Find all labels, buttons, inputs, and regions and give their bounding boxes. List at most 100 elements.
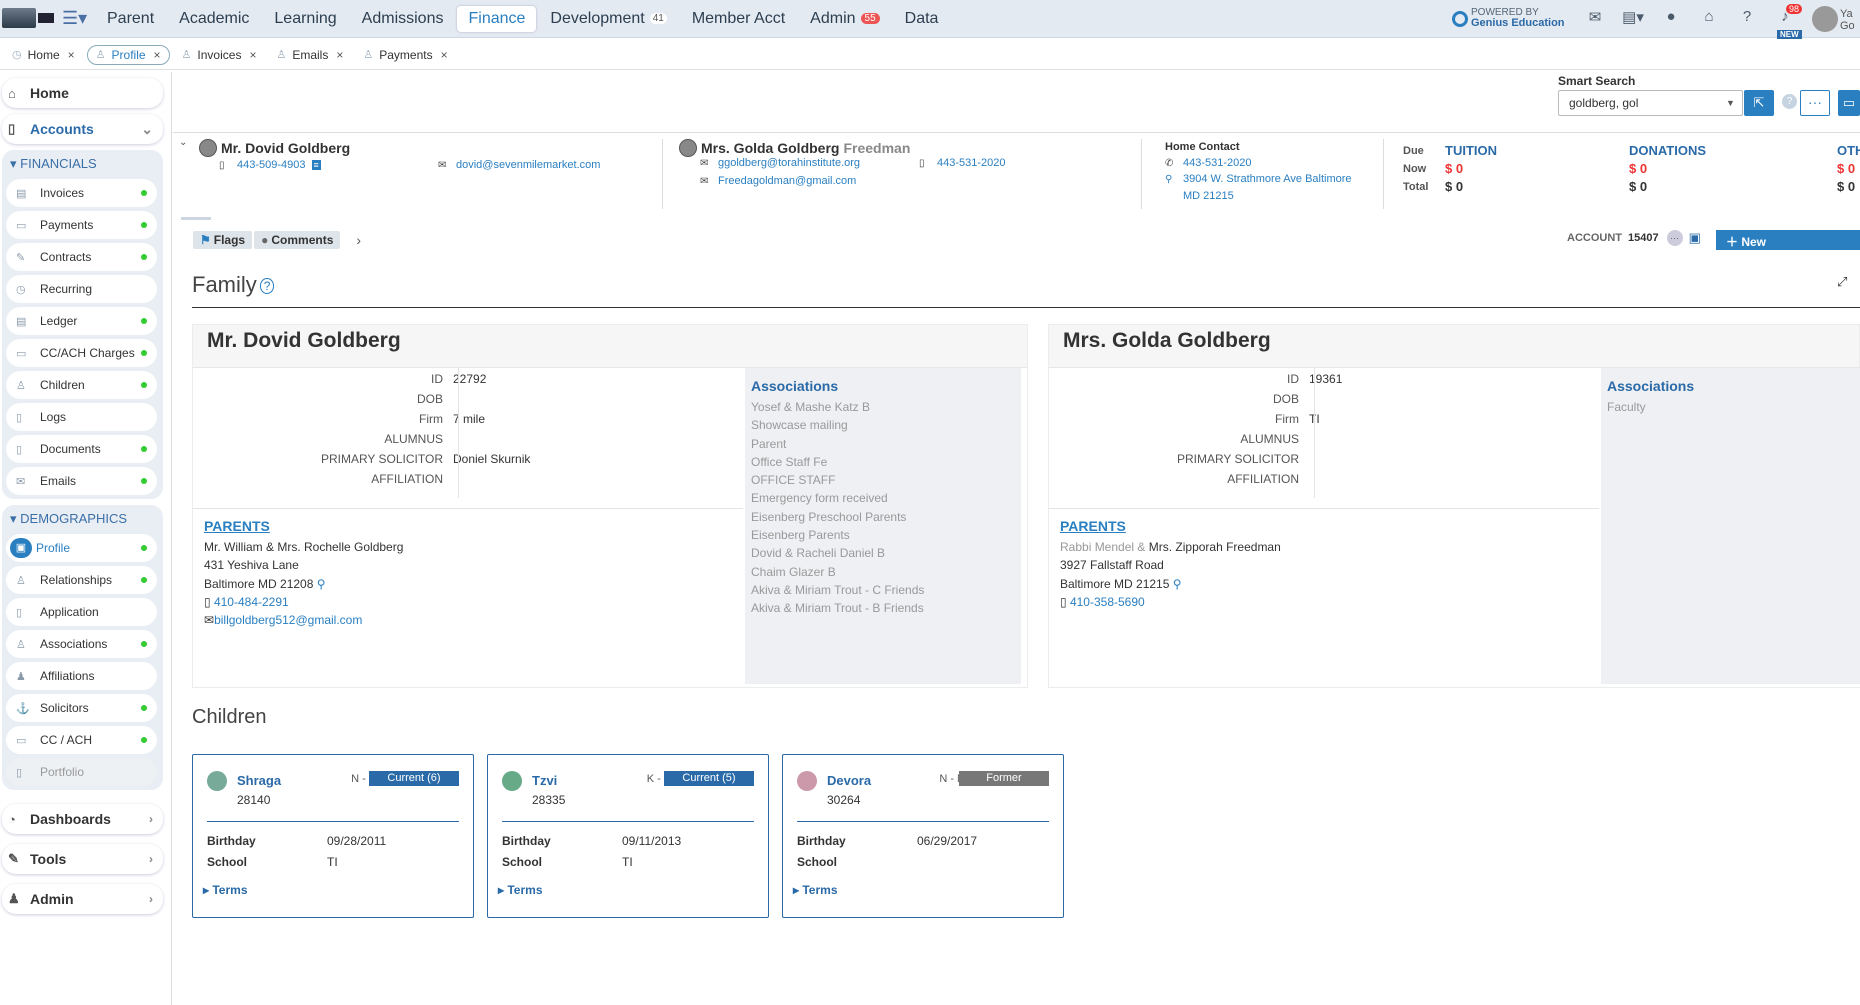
primary-phone[interactable]: ▯ 443-509-4903 ≡ — [219, 159, 321, 171]
school-logo[interactable] — [2, 4, 58, 34]
sidebar-item-recurring[interactable]: ◷ Recurring — [6, 275, 157, 303]
sidebar-item-affiliations[interactable]: ♟ Affiliations — [6, 662, 157, 690]
sidebar-admin[interactable]: ♟ Admin › — [2, 884, 163, 914]
terms-toggle[interactable]: ▸ Terms — [793, 883, 838, 897]
nav-learning[interactable]: Learning — [263, 6, 347, 32]
child-card[interactable]: Tzvi 28335 K - 6 Current (5) Birthday 09/11/2… — [487, 754, 769, 918]
nav-member-acct[interactable]: Member Acct — [681, 6, 796, 32]
user-name[interactable]: Ya Go — [1840, 8, 1855, 32]
association-item[interactable]: Office Staff Fe — [751, 453, 1015, 471]
mail-icon[interactable]: ✉ — [1576, 8, 1614, 26]
help-icon[interactable]: ? — [259, 278, 275, 294]
tab-invoices[interactable]: ♙ Invoices × — [174, 46, 265, 64]
documents-menu-icon[interactable]: ▤▾ — [1614, 8, 1652, 26]
member-name[interactable]: Mrs. Golda Goldberg — [1063, 329, 1271, 353]
sidebar-item-cc-ach[interactable]: ▭ CC / ACH — [6, 726, 157, 754]
child-name[interactable]: Tzvi — [532, 773, 557, 788]
user-avatar[interactable] — [1812, 6, 1838, 32]
sidebar-item-children[interactable]: ♙ Children — [6, 371, 157, 399]
resize-handle[interactable] — [181, 217, 211, 220]
close-icon[interactable]: × — [336, 48, 343, 62]
member-name[interactable]: Mr. Dovid Goldberg — [207, 329, 401, 353]
primary-contact-name[interactable]: Mr. Dovid Goldberg — [199, 139, 350, 157]
demographics-header[interactable]: ▾ DEMOGRAPHICS — [2, 505, 163, 530]
sidebar-item-profile[interactable]: ▣ Profile — [6, 534, 157, 562]
nav-finance[interactable]: Finance — [457, 5, 537, 32]
collapse-icon[interactable]: ⌄ — [179, 137, 187, 148]
child-card[interactable]: Devora 30264 N - N Former Birthday 06/29/2017… — [782, 754, 1064, 918]
other-header[interactable]: OTH — [1837, 143, 1860, 158]
association-item[interactable]: Eisenberg Parents — [751, 526, 1015, 544]
bell-icon[interactable]: ♪ 98 NEW — [1766, 4, 1804, 39]
sidebar-accounts[interactable]: ▯ Accounts ⌄ — [2, 114, 163, 144]
parents-phone[interactable]: ▯ 410-358-5690 — [1060, 593, 1281, 611]
home-address[interactable]: ⚲ 3904 W. Strathmore Ave Baltimore — [1165, 173, 1352, 185]
financials-header[interactable]: ▾ FINANCIALS — [2, 150, 163, 175]
chevron-down-icon[interactable]: ▼ — [1726, 98, 1735, 108]
spouse-email-2[interactable]: ✉ Freedagoldman@gmail.com — [700, 175, 856, 187]
association-item[interactable]: Eisenberg Preschool Parents — [751, 508, 1015, 526]
map-pin-icon[interactable]: ⚲ — [317, 577, 326, 591]
close-icon[interactable]: × — [68, 48, 75, 62]
expand-icon[interactable]: ⤢ — [1837, 274, 1847, 290]
tuition-header[interactable]: TUITION — [1445, 143, 1497, 158]
association-item[interactable]: Showcase mailing — [751, 416, 1015, 434]
open-external-icon[interactable]: ⇱ — [1744, 90, 1774, 116]
nav-admissions[interactable]: Admissions — [351, 6, 455, 32]
association-item[interactable]: OFFICE STAFF — [751, 471, 1015, 489]
nav-development[interactable]: Development 41 — [539, 6, 677, 32]
sidebar-item-associations[interactable]: ♙ Associations — [6, 630, 157, 658]
terms-toggle[interactable]: ▸ Terms — [203, 883, 248, 897]
sidebar-item-cc-ach-charges[interactable]: ▭ CC/ACH Charges — [6, 339, 157, 367]
map-pin-icon[interactable]: ⚲ — [1173, 577, 1182, 591]
sidebar-item-documents[interactable]: ▯ Documents — [6, 435, 157, 463]
association-item[interactable]: Akiva & Miriam Trout - B Friends — [751, 599, 1015, 617]
sidebar-dashboards[interactable]: ◔ Dashboards › — [2, 804, 163, 834]
spouse-phone[interactable]: ▯ 443-531-2020 — [919, 157, 1006, 169]
comments-button[interactable]: ● Comments — [254, 231, 341, 249]
nav-parent[interactable]: Parent — [96, 6, 165, 32]
tab-home[interactable]: ◷ Home × — [4, 46, 83, 64]
parents-phone[interactable]: ▯ 410-484-2291 — [204, 593, 403, 611]
terms-toggle[interactable]: ▸ Terms — [498, 883, 543, 897]
sidebar-item-contracts[interactable]: ✎ Contracts — [6, 243, 157, 271]
association-item[interactable]: Dovid & Racheli Daniel B — [751, 544, 1015, 562]
association-item[interactable]: Akiva & Miriam Trout - C Friends — [751, 581, 1015, 599]
more-icon[interactable]: ··· — [1666, 230, 1683, 246]
primary-email[interactable]: ✉ dovid@sevenmilemarket.com — [438, 159, 600, 171]
sidebar-item-solicitors[interactable]: ⚓ Solicitors — [6, 694, 157, 722]
chevron-right-icon[interactable]: › — [356, 232, 361, 248]
id-card-icon[interactable]: ▭ — [1838, 90, 1860, 116]
sidebar-item-application[interactable]: ▯ Application — [6, 598, 157, 626]
sidebar-tools[interactable]: ✎ Tools › — [2, 844, 163, 874]
sidebar-item-relationships[interactable]: ♙ Relationships — [6, 566, 157, 594]
sidebar-item-portfolio[interactable]: ▯ Portfolio — [6, 758, 157, 786]
tab-profile[interactable]: ♙ Profile × — [86, 44, 170, 65]
parents-link[interactable]: PARENTS — [204, 518, 403, 534]
association-item[interactable]: Chaim Glazer B — [751, 563, 1015, 581]
help-icon[interactable]: ? — [1782, 94, 1797, 109]
close-icon[interactable]: × — [249, 48, 256, 62]
parents-link[interactable]: PARENTS — [1060, 518, 1281, 534]
chat-icon[interactable]: ● — [1652, 8, 1690, 26]
spouse-contact-name[interactable]: Mrs. Golda Goldberg Freedman — [679, 139, 910, 157]
child-name[interactable]: Shraga — [237, 773, 281, 788]
more-options-button[interactable]: ··· — [1800, 90, 1830, 116]
sidebar-item-ledger[interactable]: ▤ Ledger — [6, 307, 157, 335]
nav-academic[interactable]: Academic — [168, 6, 260, 32]
tab-payments[interactable]: ♙ Payments × — [355, 46, 455, 64]
association-item[interactable]: Emergency form received — [751, 489, 1015, 507]
association-item[interactable]: Parent — [751, 435, 1015, 453]
sidebar-item-invoices[interactable]: ▤ Invoices — [6, 179, 157, 207]
smart-search-input[interactable]: goldberg, gol — [1558, 90, 1743, 116]
close-icon[interactable]: × — [441, 48, 448, 62]
nav-data[interactable]: Data — [894, 6, 950, 32]
sidebar-item-emails[interactable]: ✉ Emails — [6, 467, 157, 495]
menu-icon[interactable]: ☰▾ — [62, 8, 96, 29]
child-card[interactable]: Shraga 28140 N - 7 Current (6) Birthday 09/28… — [192, 754, 474, 918]
bank-icon[interactable]: ⌂ — [1690, 8, 1728, 26]
sms-icon[interactable]: ≡ — [311, 160, 321, 170]
home-phone[interactable]: ✆ 443-531-2020 — [1165, 157, 1252, 169]
help-icon[interactable]: ? — [1728, 8, 1766, 26]
close-icon[interactable]: × — [154, 48, 161, 62]
